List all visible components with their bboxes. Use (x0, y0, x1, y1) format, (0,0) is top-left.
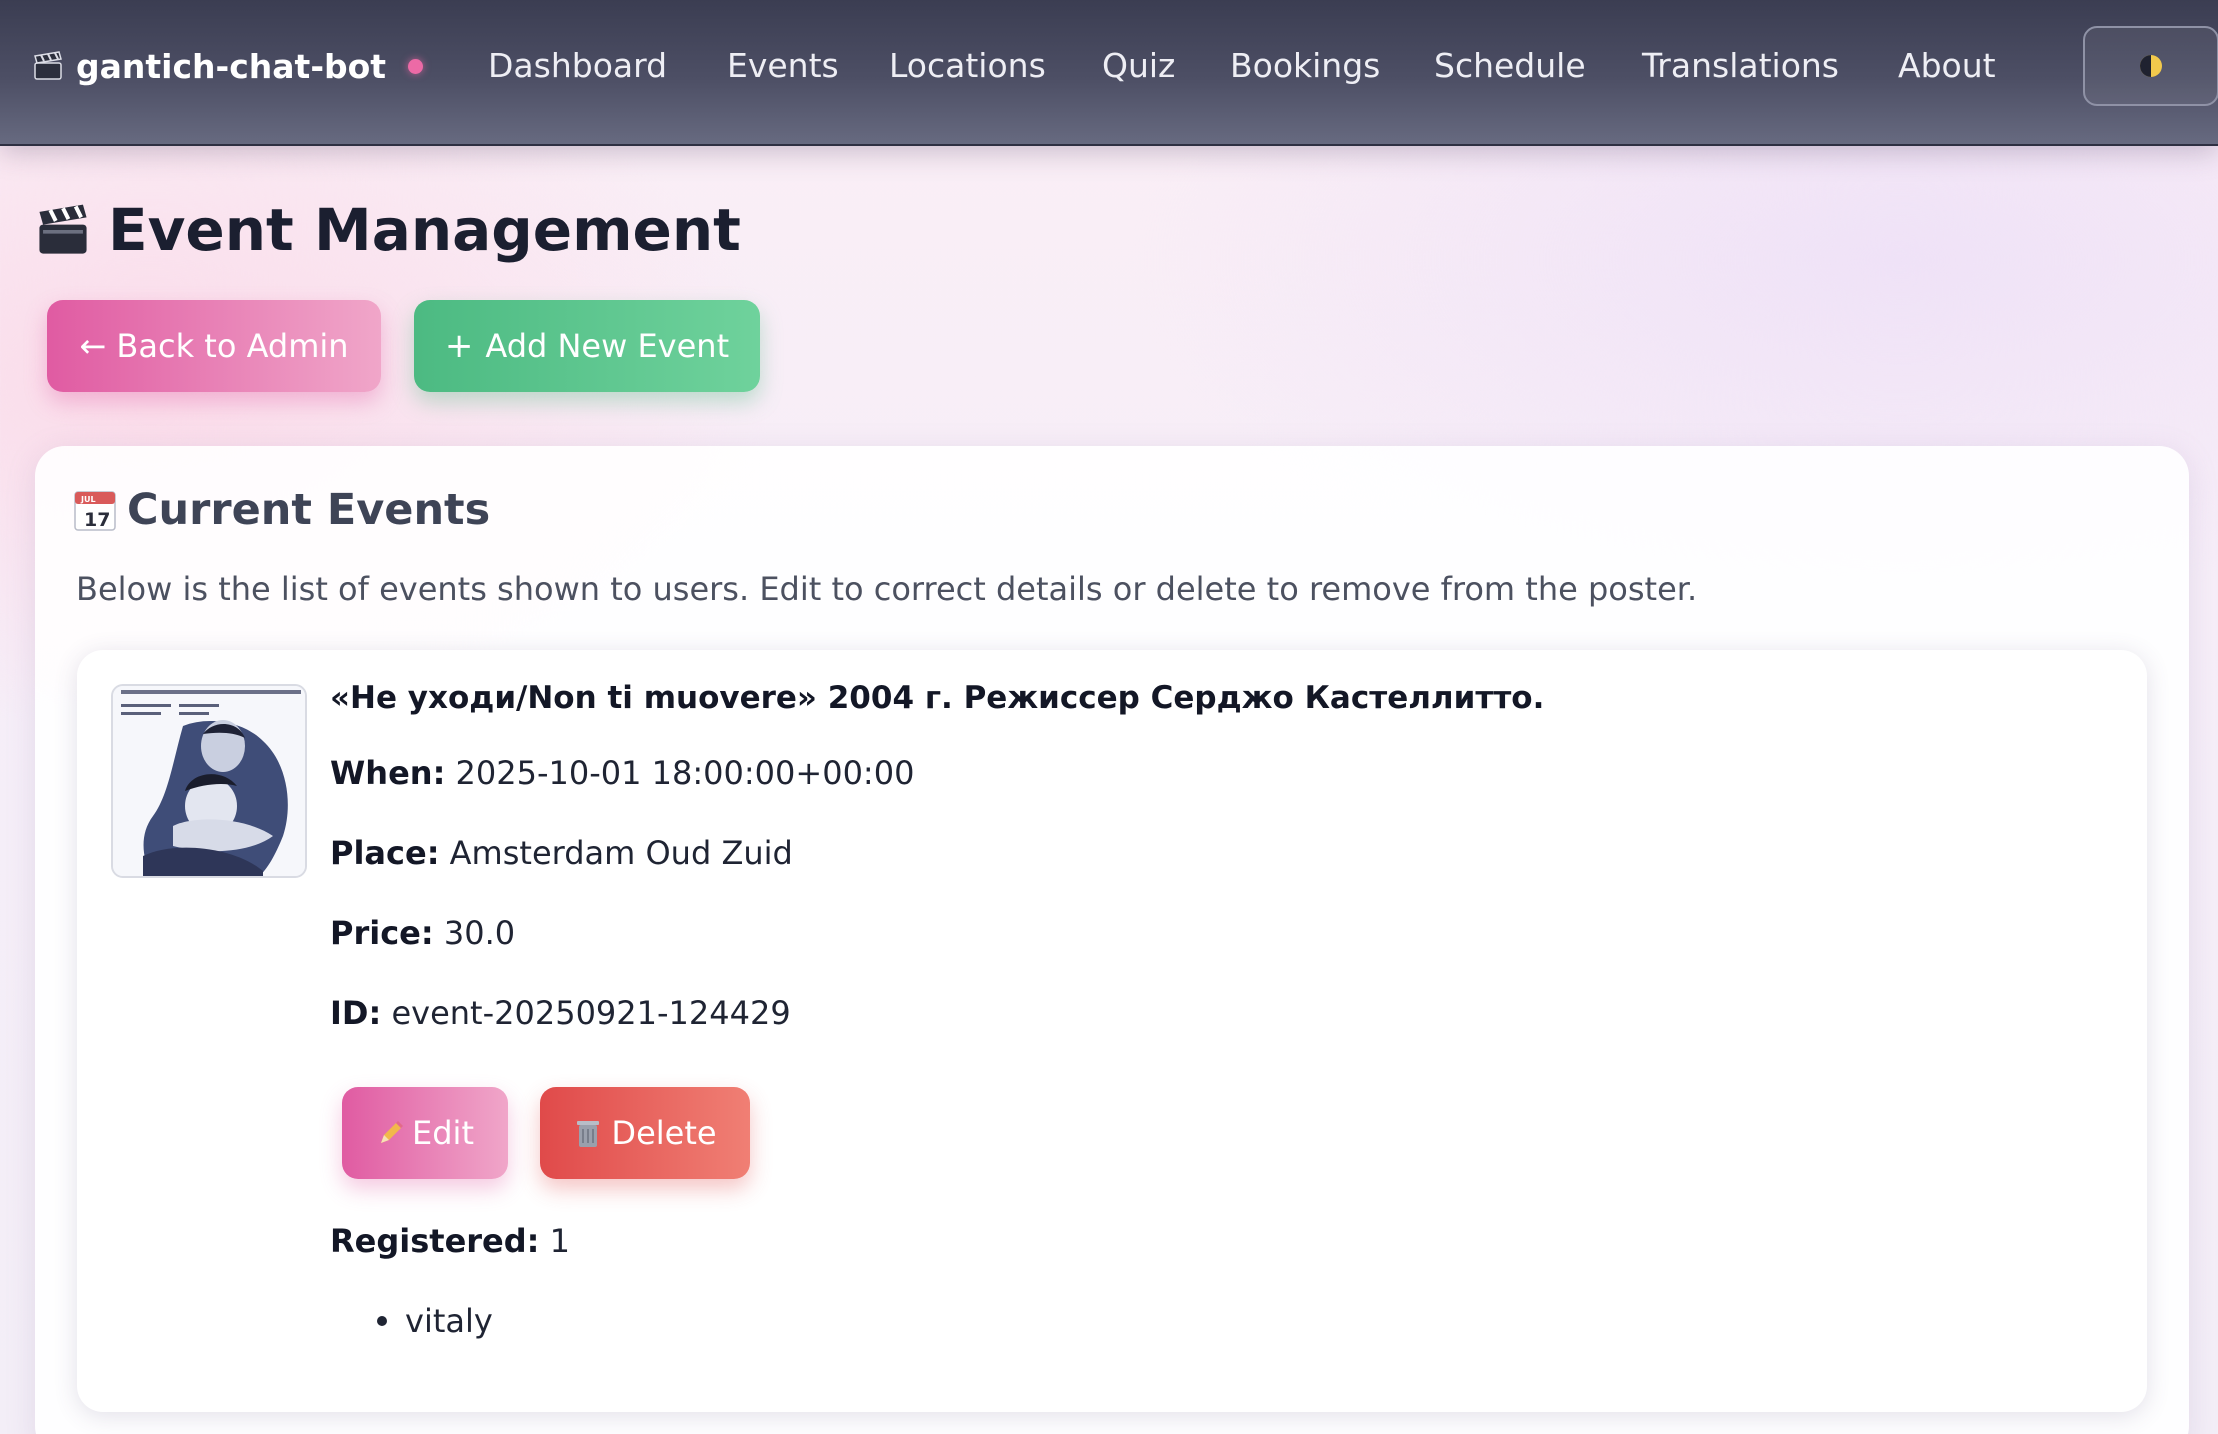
event-title: «Не уходи/Non ti muovere» 2004 г. Режисс… (330, 680, 1545, 716)
calendar-day: 17 (84, 509, 110, 531)
brand[interactable]: gantich-chat-bot (32, 40, 424, 92)
edit-label: Edit (412, 1114, 474, 1152)
add-new-event-button[interactable]: + Add New Event (414, 300, 760, 392)
nav-link-schedule[interactable]: Schedule (1434, 40, 1586, 92)
registrant-list: vitaly (377, 1302, 493, 1340)
event-poster-image[interactable] (111, 684, 307, 878)
id-value: event-20250921-124429 (391, 994, 791, 1032)
brand-name: gantich-chat-bot (76, 46, 387, 86)
event-price: Price: 30.0 (330, 914, 515, 952)
half-moon-icon (2140, 55, 2162, 77)
nav-link-bookings[interactable]: Bookings (1230, 40, 1380, 92)
price-value: 30.0 (443, 914, 516, 952)
place-label: Place: (330, 834, 440, 872)
nav-link-translations[interactable]: Translations (1642, 40, 1839, 92)
price-label: Price: (330, 914, 434, 952)
add-new-event-label: Add New Event (485, 327, 730, 365)
trash-icon (577, 1121, 600, 1147)
page-title: Event Management (34, 190, 741, 270)
current-events-panel: JUL 17 Current Events Below is the list … (35, 446, 2189, 1434)
panel-title: JUL 17 Current Events (73, 482, 490, 538)
poster-illustration (113, 686, 305, 876)
bullet (377, 1316, 387, 1326)
nav-link-locations[interactable]: Locations (889, 40, 1046, 92)
nav-link-about[interactable]: About (1898, 40, 1996, 92)
nav-link-dashboard[interactable]: Dashboard (488, 40, 667, 92)
registered-count: 1 (549, 1222, 570, 1260)
place-value: Amsterdam Oud Zuid (449, 834, 793, 872)
event-when: When: 2025-10-01 18:00:00+00:00 (330, 754, 914, 792)
delete-label: Delete (611, 1114, 717, 1152)
delete-event-button[interactable]: Delete (540, 1087, 750, 1179)
registrant-name: vitaly (405, 1302, 493, 1340)
nav-link-quiz[interactable]: Quiz (1102, 40, 1175, 92)
nav-link-events[interactable]: Events (727, 40, 839, 92)
back-to-admin-label: ← Back to Admin (79, 327, 349, 365)
theme-toggle-button[interactable] (2083, 26, 2218, 106)
top-navbar: gantich-chat-bot Dashboard Events Locati… (0, 0, 2218, 146)
event-place: Place: Amsterdam Oud Zuid (330, 834, 793, 872)
event-registered: Registered: 1 (330, 1222, 570, 1260)
edit-event-button[interactable]: Edit (342, 1087, 508, 1179)
calendar-month: JUL (80, 495, 96, 504)
id-label: ID: (330, 994, 382, 1032)
calendar-icon: JUL 17 (74, 491, 116, 531)
pencil-icon (381, 1121, 404, 1143)
status-dot (408, 58, 424, 74)
event-card: «Не уходи/Non ti muovere» 2004 г. Режисс… (77, 650, 2147, 1412)
registrant-item: vitaly (377, 1302, 493, 1340)
page-title-text: Event Management (108, 196, 741, 264)
registered-label: Registered: (330, 1222, 540, 1260)
when-value: 2025-10-01 18:00:00+00:00 (455, 754, 915, 792)
panel-title-text: Current Events (127, 485, 491, 535)
panel-description: Below is the list of events shown to use… (76, 570, 1698, 608)
event-id: ID: event-20250921-124429 (330, 994, 791, 1032)
clapperboard-icon (39, 204, 87, 254)
clapperboard-icon (34, 51, 62, 80)
when-label: When: (330, 754, 446, 792)
back-to-admin-button[interactable]: ← Back to Admin (47, 300, 381, 392)
plus-icon: + (444, 326, 474, 366)
